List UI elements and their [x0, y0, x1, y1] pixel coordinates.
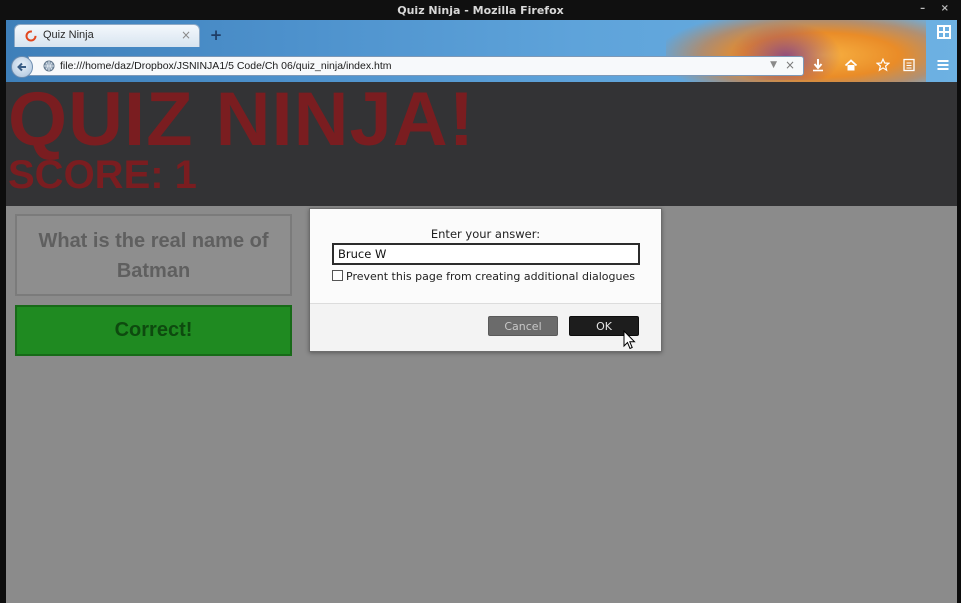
prevent-dialogs-label: Prevent this page from creating addition…: [346, 270, 635, 283]
menu-icon[interactable]: [935, 58, 951, 74]
prompt-dialog: Enter your answer: Prevent this page fro…: [309, 208, 662, 352]
answer-input[interactable]: [332, 243, 640, 265]
feedback-box: Correct!: [15, 305, 292, 356]
url-bar[interactable]: file:///home/daz/Dropbox/JSNINJA1/5 Code…: [28, 56, 804, 76]
back-button[interactable]: [11, 56, 33, 78]
navigation-bar: file:///home/daz/Dropbox/JSNINJA1/5 Code…: [6, 53, 957, 80]
home-icon[interactable]: [843, 58, 859, 74]
browser-toolbar: Quiz Ninja × + file:///home/daz/Dropbox/…: [6, 20, 957, 82]
reading-list-icon[interactable]: [901, 58, 917, 74]
dialog-message: Enter your answer:: [430, 227, 541, 241]
loading-favicon-icon: [25, 30, 37, 42]
tab-label: Quiz Ninja: [43, 29, 94, 41]
question-box: What is the real name of Batman: [15, 214, 292, 296]
quiz-header: QUIZ NINJA! SCORE: 1: [6, 82, 957, 206]
new-tab-button[interactable]: +: [206, 26, 226, 44]
back-arrow-icon: [17, 62, 26, 72]
quiz-title: QUIZ NINJA!: [8, 82, 475, 162]
url-history-dropdown-icon[interactable]: ▼: [770, 60, 777, 70]
tab-groups-icon[interactable]: [937, 25, 951, 39]
tab-close-icon[interactable]: ×: [181, 28, 191, 42]
url-clear-icon[interactable]: ×: [785, 58, 795, 72]
prevent-dialogs-option[interactable]: Prevent this page from creating addition…: [332, 270, 635, 283]
window-right-border: [957, 0, 961, 603]
dialog-body: Enter your answer: Prevent this page fro…: [310, 209, 661, 303]
globe-icon: [43, 60, 55, 72]
mouse-pointer-icon: [623, 330, 636, 350]
url-text: file:///home/daz/Dropbox/JSNINJA1/5 Code…: [60, 60, 392, 72]
score-display: SCORE: 1: [8, 153, 197, 197]
dialog-divider: [310, 303, 661, 304]
window-title: Quiz Ninja - Mozilla Firefox: [397, 4, 564, 17]
window-controls[interactable]: – ×: [920, 3, 955, 14]
cancel-button[interactable]: Cancel: [488, 316, 558, 336]
bookmark-star-icon[interactable]: [875, 57, 891, 74]
tab-quiz-ninja[interactable]: Quiz Ninja ×: [14, 24, 200, 47]
window-titlebar[interactable]: Quiz Ninja - Mozilla Firefox – ×: [0, 0, 961, 20]
download-icon[interactable]: [810, 58, 826, 74]
prevent-dialogs-checkbox[interactable]: [332, 270, 343, 281]
